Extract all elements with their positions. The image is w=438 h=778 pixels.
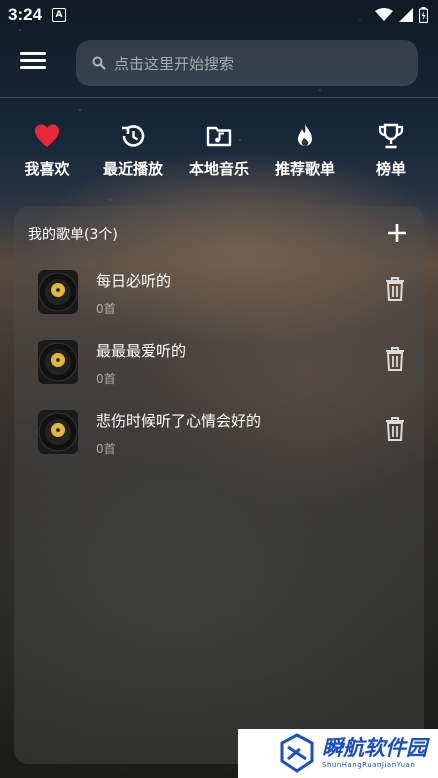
album-disc-icon <box>38 340 78 384</box>
header-divider <box>0 97 438 98</box>
top-bar: 点击这里开始搜索 <box>0 38 438 90</box>
quick-local-label: 本地音乐 <box>188 160 249 178</box>
quick-charts[interactable]: 榜单 <box>349 122 433 179</box>
album-disc-icon <box>38 410 78 454</box>
playlist-title: 最最最爱听的 <box>96 342 187 360</box>
notification-icon: A <box>52 8 67 22</box>
watermark: 瞬航软件园 ShunHangRuanJianYuan <box>238 729 438 778</box>
quick-recommend-label: 推荐歌单 <box>274 160 335 178</box>
music-folder-icon <box>206 126 232 147</box>
playlist-item[interactable]: 每日必听的 0首 <box>14 266 424 328</box>
quick-actions: 我喜欢 最近播放 本地音乐 推荐歌单 榜单 <box>0 122 438 179</box>
quick-favorites-label: 我喜欢 <box>24 160 70 178</box>
quick-local[interactable]: 本地音乐 <box>177 122 261 179</box>
playlist-item[interactable]: 最最最爱听的 0首 <box>14 336 424 398</box>
trash-icon[interactable] <box>384 416 406 442</box>
battery-icon <box>419 7 428 23</box>
playlist-item[interactable]: 悲伤时候听了心情会好的 0首 <box>14 406 424 468</box>
playlist-count: 0首 <box>96 442 116 456</box>
playlists-header: 我的歌单(3个) <box>28 227 118 243</box>
signal-icon <box>399 8 413 22</box>
quick-recent[interactable]: 最近播放 <box>91 122 175 179</box>
playlist-count: 0首 <box>96 372 116 386</box>
search-input[interactable]: 点击这里开始搜索 <box>76 40 418 86</box>
quick-recommend[interactable]: 推荐歌单 <box>263 122 347 179</box>
flame-icon <box>298 124 312 146</box>
wifi-icon <box>375 8 393 21</box>
trash-icon[interactable] <box>384 276 406 302</box>
status-bar: 3:24 A <box>0 0 438 30</box>
quick-recent-label: 最近播放 <box>102 160 163 178</box>
trash-icon[interactable] <box>384 346 406 372</box>
trophy-icon <box>378 123 404 149</box>
add-playlist-icon[interactable] <box>386 222 408 244</box>
playlist-count: 0首 <box>96 302 116 316</box>
background-stars <box>0 0 438 240</box>
playlist-title: 每日必听的 <box>96 272 172 290</box>
album-disc-icon <box>38 270 78 314</box>
playlist-title: 悲伤时候听了心情会好的 <box>96 412 262 430</box>
quick-favorites[interactable]: 我喜欢 <box>5 122 89 179</box>
search-placeholder: 点击这里开始搜索 <box>114 54 235 73</box>
watermark-logo-icon <box>280 733 314 773</box>
heart-icon <box>35 124 59 147</box>
watermark-text: 瞬航软件园 <box>322 736 427 760</box>
watermark-subtext: ShunHangRuanJianYuan <box>322 761 416 769</box>
history-icon <box>122 125 145 147</box>
quick-charts-label: 榜单 <box>375 160 406 178</box>
menu-icon[interactable] <box>20 52 46 74</box>
my-playlists-panel: 我的歌单(3个) 每日必听的 0首 最最最爱听的 0首 悲伤时候听了心情会好的 … <box>14 206 424 764</box>
search-icon <box>92 56 106 70</box>
status-time: 3:24 <box>8 5 43 24</box>
